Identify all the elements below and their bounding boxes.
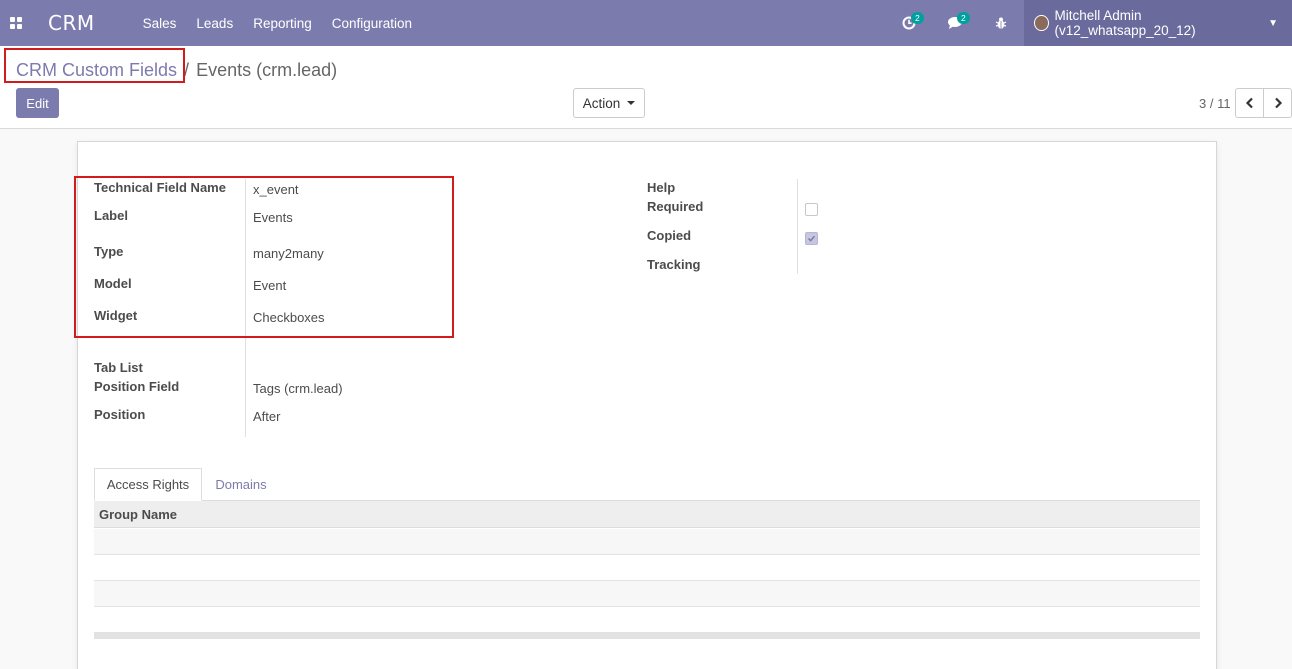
menu-configuration[interactable]: Configuration [332, 16, 412, 31]
user-menu[interactable]: Mitchell Admin (v12_whatsapp_20_12) ▼ [1024, 0, 1292, 46]
chevron-down-icon: ▼ [1268, 17, 1278, 29]
pager-next-button[interactable] [1263, 88, 1292, 118]
tab-domains[interactable]: Domains [206, 468, 276, 501]
activity-badge: 2 [911, 12, 924, 24]
value-position-field: Tags (crm.lead) [253, 381, 343, 396]
value-position: After [253, 409, 281, 424]
activity-menu[interactable]: 2 [886, 0, 932, 46]
edit-button[interactable]: Edit [16, 88, 59, 118]
user-name: Mitchell Admin (v12_whatsapp_20_12) [1054, 8, 1196, 38]
label-position: Position [94, 407, 146, 422]
breadcrumb-current: Events (crm.lead) [196, 60, 338, 80]
menu-leads[interactable]: Leads [196, 16, 233, 31]
control-panel: CRM Custom Fields / Events (crm.lead) Ed… [0, 46, 1292, 129]
menu-sales[interactable]: Sales [143, 16, 177, 31]
form-sheet: Technical Field Name x_event Label Event… [74, 141, 1217, 669]
tab-access-rights[interactable]: Access Rights [94, 468, 202, 501]
app-brand[interactable]: CRM [48, 11, 95, 35]
top-navbar: CRM Sales Leads Reporting Configuration … [0, 0, 1292, 46]
check-icon [807, 235, 816, 242]
label-copied: Copied [647, 228, 692, 243]
right-group-divider [797, 179, 798, 274]
table-footer [94, 632, 1200, 639]
menu-reporting[interactable]: Reporting [253, 16, 312, 31]
caret-down-icon [627, 101, 636, 105]
action-button[interactable]: Action [573, 88, 645, 118]
label-help: Help [647, 180, 676, 195]
label-tracking: Tracking [647, 257, 701, 272]
table-row [94, 555, 1200, 581]
label-position-field: Position Field [94, 379, 180, 394]
label-tab-list: Tab List [94, 360, 143, 375]
breadcrumb-highlight [4, 48, 185, 83]
chevron-right-icon [1274, 97, 1282, 109]
label-required: Required [647, 199, 704, 214]
pager-previous-button[interactable] [1235, 88, 1264, 118]
messaging-menu[interactable]: 2 [932, 0, 978, 46]
chevron-left-icon [1245, 97, 1253, 109]
required-checkbox[interactable] [805, 203, 818, 216]
user-avatar [1034, 15, 1049, 31]
table-row [94, 607, 1200, 633]
apps-menu-icon[interactable] [0, 0, 32, 46]
table-row [94, 529, 1200, 555]
table-row [94, 581, 1200, 607]
action-label: Action [582, 95, 621, 111]
copied-checkbox[interactable] [805, 232, 818, 245]
messages-badge: 2 [957, 12, 970, 24]
table-header-group-name[interactable]: Group Name [94, 501, 1200, 528]
fields-highlight [74, 176, 454, 338]
debug-menu[interactable] [978, 0, 1024, 46]
bug-icon [995, 17, 1007, 29]
pager-value[interactable]: 3 / 11 [1199, 96, 1231, 111]
